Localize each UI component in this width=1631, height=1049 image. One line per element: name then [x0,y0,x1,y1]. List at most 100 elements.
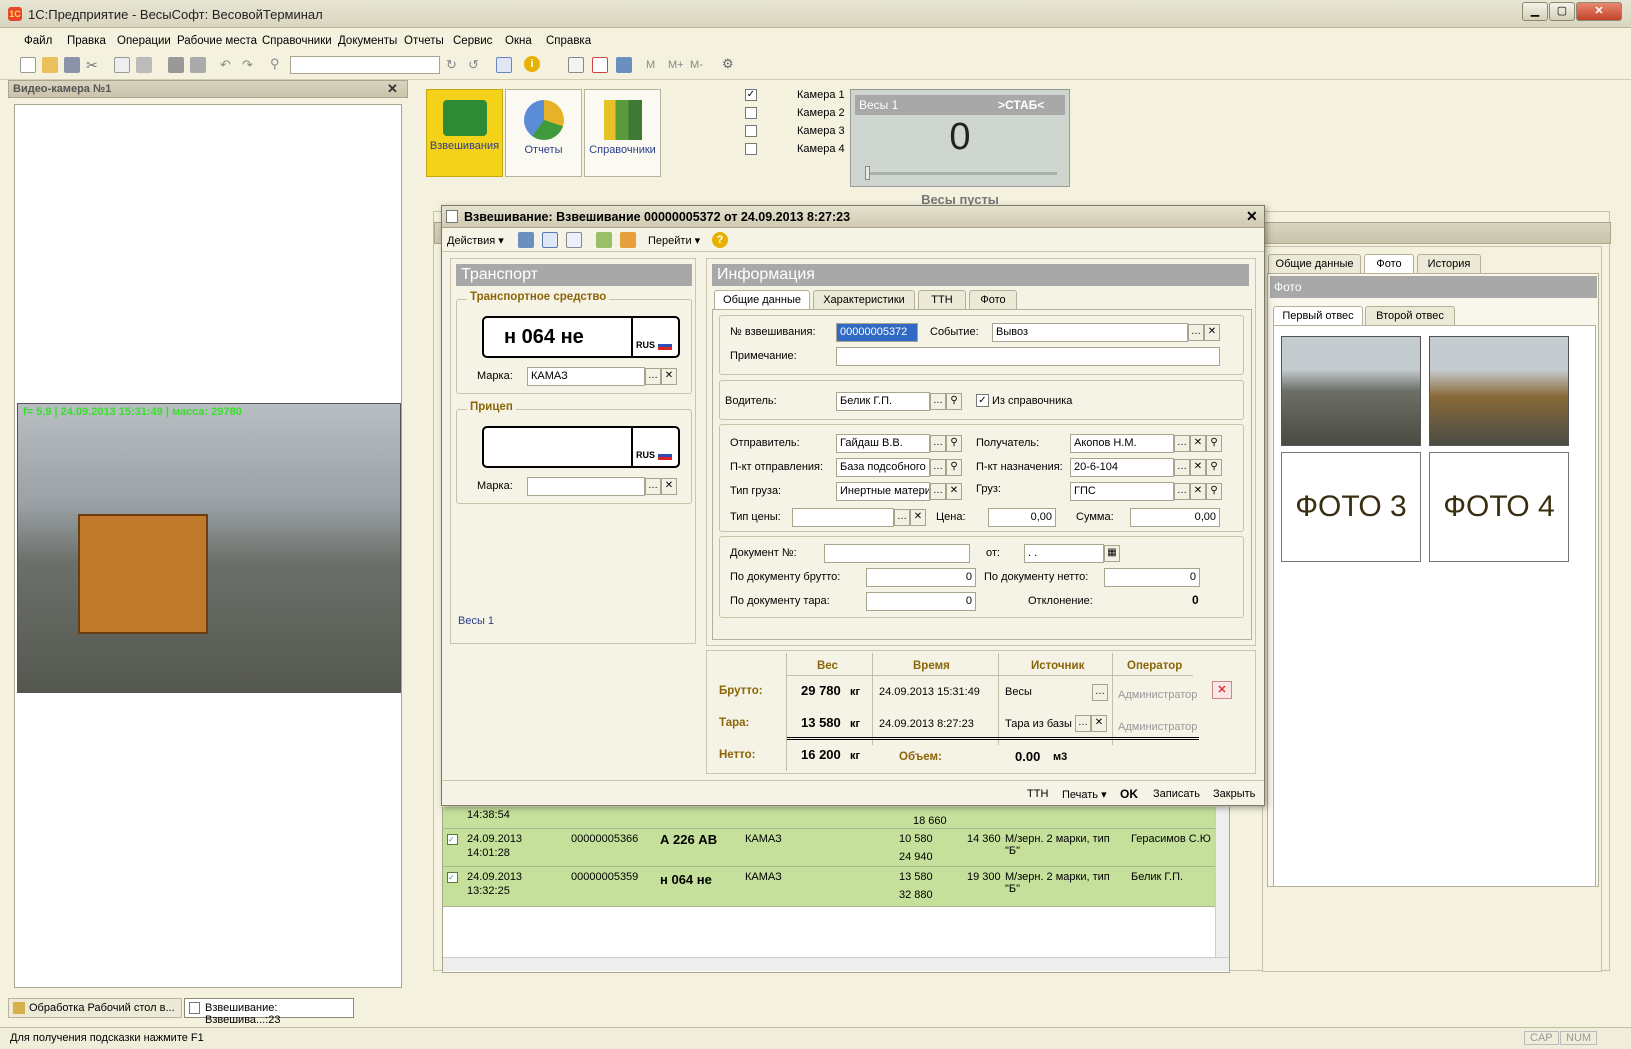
menu-workplaces[interactable]: Рабочие места [177,35,257,47]
price-type-clear-icon[interactable]: ✕ [910,509,926,526]
settings-icon[interactable]: ⚙ [722,56,734,72]
tab-second-weighing[interactable]: Второй отвес [1365,306,1455,325]
menu-service[interactable]: Сервис [453,35,492,47]
close-dialog-button[interactable]: Закрыть [1213,788,1255,800]
dest-clear-icon[interactable]: ✕ [1190,459,1206,476]
driver-search-icon[interactable]: ⚲ [946,393,962,410]
find-next-icon[interactable]: ↻ [446,57,457,73]
receiver-clear-icon[interactable]: ✕ [1190,435,1206,452]
redo-icon[interactable]: ↷ [242,57,253,73]
sender-input[interactable]: Гайдаш В.В. [836,434,930,453]
scales-link[interactable]: Весы 1 [458,615,494,627]
weighings-button[interactable]: Взвешивания [426,89,503,177]
price-type-select-button[interactable]: … [894,509,910,526]
save-icon[interactable] [64,57,80,73]
paste-icon[interactable] [136,57,152,73]
mem-plus-button[interactable]: M+ [668,59,684,71]
print-icon[interactable] [168,57,184,73]
doc-date-input[interactable]: . . [1024,544,1104,563]
menu-reports[interactable]: Отчеты [404,35,444,47]
cargo-clear-icon[interactable]: ✕ [1190,483,1206,500]
cargo-type-input[interactable]: Инертные матери [836,482,930,501]
menu-file[interactable]: Файл [24,35,52,47]
brand-input[interactable]: КАМАЗ [527,367,645,386]
camera-1-checkbox[interactable]: ✓ [745,89,757,101]
dialog-close-icon[interactable]: ✕ [1246,208,1258,225]
calculator-icon[interactable] [568,57,584,73]
copy-icon[interactable] [114,57,130,73]
refresh-icon[interactable] [566,232,582,248]
cargo-input[interactable]: ГПС [1070,482,1174,501]
trailer-brand-select-button[interactable]: … [645,478,661,495]
print-button[interactable]: Печать ▾ [1062,788,1107,801]
mem-button[interactable]: M [646,59,655,71]
tare-source-select-button[interactable]: … [1075,715,1091,732]
dest-select-button[interactable]: … [1174,459,1190,476]
calendar-icon[interactable]: ▦ [1104,545,1120,562]
save-record-button[interactable]: Записать [1153,788,1200,800]
cargo-search-icon[interactable]: ⚲ [1206,483,1222,500]
receiver-search-icon[interactable]: ⚲ [1206,435,1222,452]
menu-help[interactable]: Справка [546,35,591,47]
brand-select-button[interactable]: … [645,368,661,385]
tab-characteristics[interactable]: Характеристики [813,290,915,309]
dest-input[interactable]: 20-6-104 [1070,458,1174,477]
scale-slider-thumb[interactable] [865,166,870,180]
post-close-icon[interactable] [542,232,558,248]
price-type-input[interactable] [792,508,894,527]
doc-no-input[interactable] [824,544,970,563]
undo-icon[interactable]: ↶ [220,57,231,73]
taskbar-item-weighing[interactable]: Взвешивание: Взвешива...:23 [184,998,354,1026]
trailer-brand-clear-icon[interactable]: ✕ [661,478,677,495]
search-icon[interactable]: ⚲ [270,56,280,72]
table-row[interactable]: 14:38:54 18 660 [443,807,1215,829]
help-icon[interactable]: ? [712,232,728,248]
tab-photo[interactable]: Фото [1364,254,1414,273]
doc-tare-input[interactable]: 0 [866,592,976,611]
find-prev-icon[interactable]: ↺ [468,57,479,73]
sum-input[interactable]: 0,00 [1130,508,1220,527]
doc-net-input[interactable]: 0 [1104,568,1200,587]
sender-select-button[interactable]: … [930,435,946,452]
print-preview-icon[interactable] [190,57,206,73]
menu-references[interactable]: Справочники [262,35,332,47]
dest-search-icon[interactable]: ⚲ [1206,459,1222,476]
receiver-select-button[interactable]: … [1174,435,1190,452]
menu-windows[interactable]: Окна [505,35,532,47]
tab-first-weighing[interactable]: Первый отвес [1273,306,1363,325]
maximize-button[interactable]: ▢ [1549,2,1575,21]
tare-source-clear-icon[interactable]: ✕ [1091,715,1107,732]
event-select-button[interactable]: … [1188,324,1204,341]
calendar-icon[interactable] [592,57,608,73]
tab-ttn[interactable]: ТТН [918,290,966,309]
origin-input[interactable]: База подсобного [836,458,930,477]
camera-4-checkbox[interactable] [745,143,757,155]
gross-source-select-button[interactable]: … [1092,684,1108,701]
driver-input[interactable]: Белик Г.П. [836,392,930,411]
note-input[interactable] [836,347,1220,366]
minimize-button[interactable]: ▁ [1522,2,1548,21]
doc-gross-input[interactable]: 0 [866,568,976,587]
table-row[interactable]: ✓ 24.09.2013 14:01:28 00000005366 А 226 … [443,829,1215,867]
users-icon[interactable] [616,57,632,73]
tab-info-general[interactable]: Общие данные [714,290,810,309]
photo-1[interactable] [1281,336,1421,446]
photo-3-placeholder[interactable]: ФОТО 3 [1281,452,1421,562]
origin-search-icon[interactable]: ⚲ [946,459,962,476]
goto-menu[interactable]: Перейти ▾ [648,234,700,247]
ttn-button[interactable]: ТТН [1027,788,1048,800]
brand-clear-icon[interactable]: ✕ [661,368,677,385]
vehicle-plate[interactable]: н 064 не RUS [482,316,680,358]
receiver-input[interactable]: Акопов Н.М. [1070,434,1174,453]
close-panel-icon[interactable]: ✕ [387,81,398,97]
actions-menu[interactable]: Действия ▾ [447,234,504,247]
ok-button[interactable]: OK [1120,787,1138,801]
tab-info-photo[interactable]: Фото [969,290,1017,309]
cut-icon[interactable]: ✂ [86,57,98,74]
post-icon[interactable] [518,232,534,248]
driver-select-button[interactable]: … [930,393,946,410]
references-button[interactable]: Справочники [584,89,661,177]
event-clear-icon[interactable]: ✕ [1204,324,1220,341]
trailer-brand-input[interactable] [527,477,645,496]
cargo-select-button[interactable]: … [1174,483,1190,500]
